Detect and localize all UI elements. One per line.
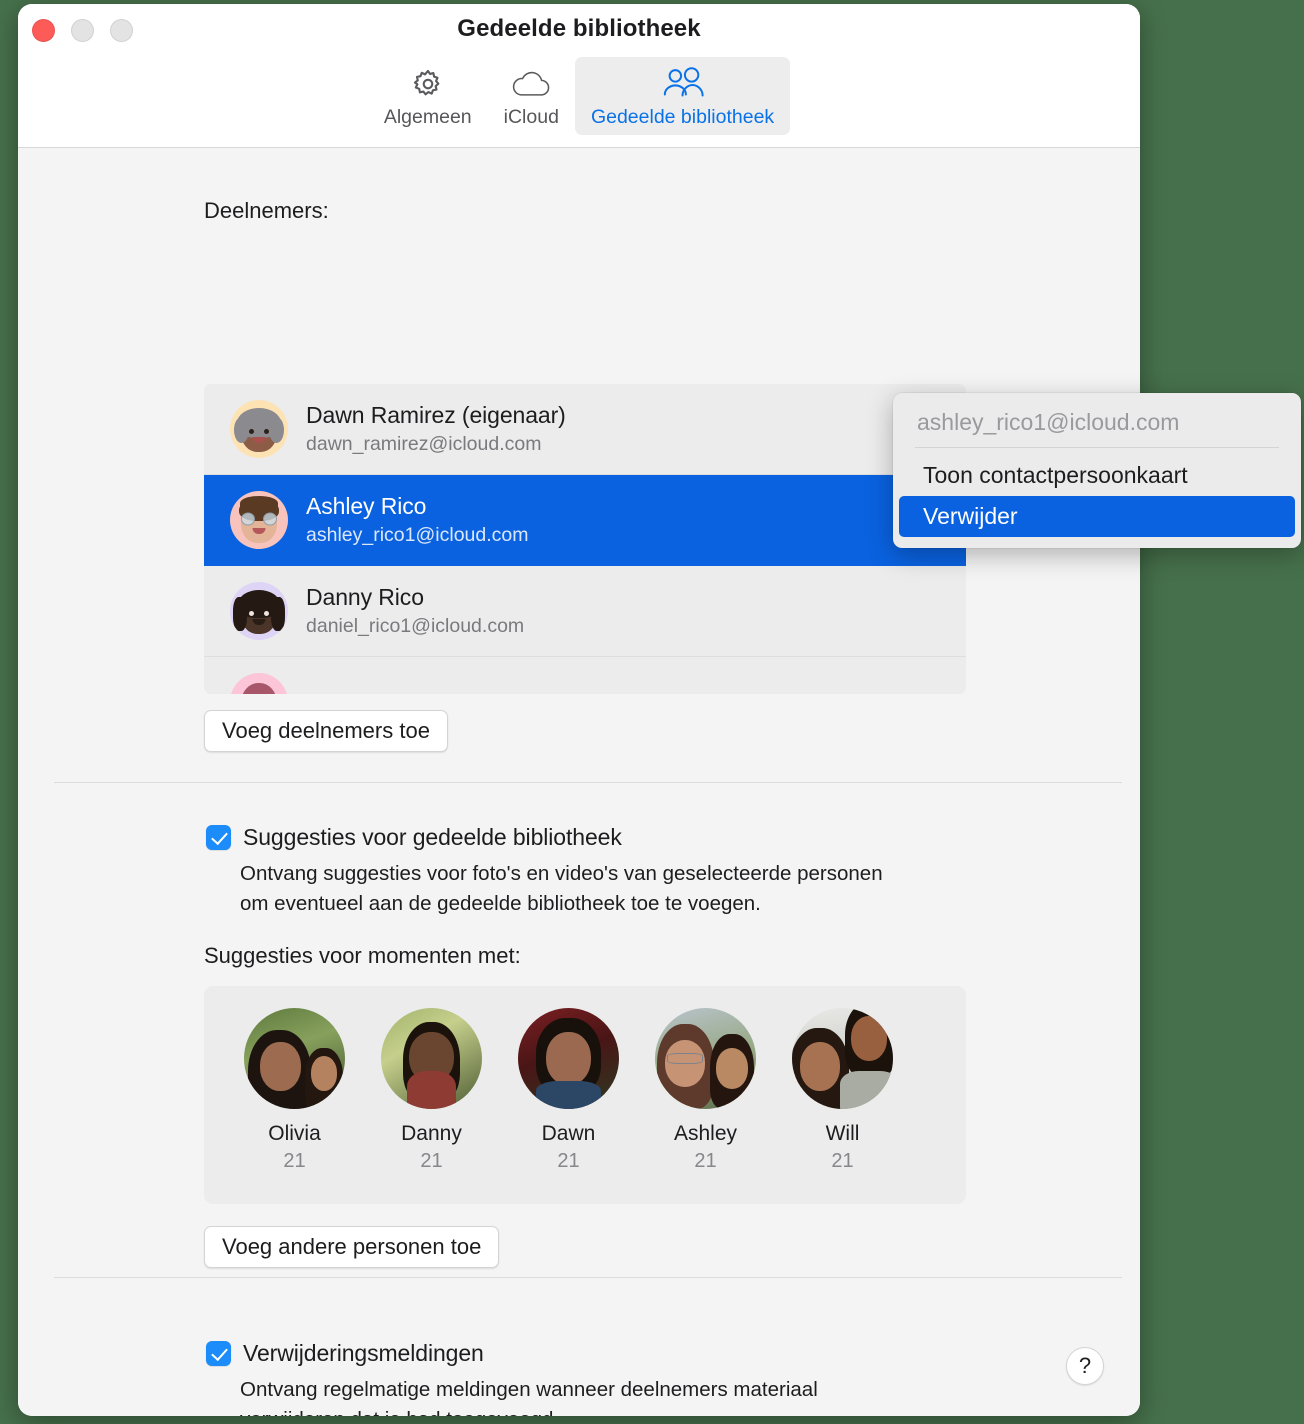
- moments-label: Suggesties voor momenten met:: [204, 943, 521, 968]
- avatar: [230, 673, 288, 694]
- divider: [54, 782, 1122, 783]
- person-photo: [381, 1008, 482, 1109]
- person-name: Will: [825, 1122, 860, 1145]
- tab-icloud[interactable]: iCloud: [488, 57, 575, 135]
- avatar: [230, 400, 288, 458]
- person-suggestion-will[interactable]: Will 21: [774, 1008, 911, 1173]
- window-titlebar: Gedeelde bibliotheek Algemeen iCloud Ged…: [18, 4, 1140, 148]
- participants-list[interactable]: Dawn Ramirez (eigenaar) dawn_ramirez@icl…: [204, 384, 966, 694]
- glasses-icon: [240, 512, 278, 526]
- deletion-checkbox[interactable]: [206, 1341, 231, 1366]
- help-button[interactable]: ?: [1066, 1347, 1104, 1385]
- deletion-checkbox-row[interactable]: Verwijderingsmeldingen: [206, 1340, 484, 1367]
- tab-label-gedeelde-bibliotheek: Gedeelde bibliotheek: [590, 106, 775, 128]
- participant-row-partial[interactable]: [204, 657, 966, 694]
- avatar: [230, 582, 288, 640]
- participant-info: Danny Rico daniel_rico1@icloud.com: [306, 583, 524, 639]
- person-count: 21: [557, 1150, 580, 1172]
- participant-row-ashley[interactable]: Ashley Rico ashley_rico1@icloud.com: [204, 475, 966, 566]
- person-photo: [792, 1008, 893, 1109]
- person-suggestion-danny[interactable]: Danny 21: [363, 1008, 500, 1173]
- settings-content: Deelnemers: Dawn Ramirez (eigenaar) dawn…: [18, 148, 1140, 1416]
- person-name: Olivia: [268, 1122, 321, 1145]
- context-menu-header: ashley_rico1@icloud.com: [917, 409, 1180, 435]
- participant-email: ashley_rico1@icloud.com: [306, 523, 529, 546]
- gear-icon: [411, 65, 445, 103]
- preferences-window: Gedeelde bibliotheek Algemeen iCloud Ged…: [18, 4, 1140, 1416]
- divider: [54, 1277, 1122, 1278]
- participant-email: dawn_ramirez@icloud.com: [306, 432, 542, 455]
- person-name: Dawn: [541, 1122, 596, 1145]
- participant-name: Danny Rico: [306, 583, 424, 610]
- context-menu-divider: [915, 447, 1279, 448]
- person-count: 21: [831, 1150, 854, 1172]
- suggestions-checkbox-row[interactable]: Suggesties voor gedeelde bibliotheek: [206, 824, 622, 851]
- participant-name: Dawn Ramirez (eigenaar): [306, 401, 566, 428]
- person-suggestion-ashley[interactable]: Ashley 21: [637, 1008, 774, 1173]
- tab-algemeen[interactable]: Algemeen: [368, 57, 488, 135]
- context-menu-item-remove[interactable]: Verwijder: [899, 496, 1295, 537]
- toolbar-tabs: Algemeen iCloud Gedeelde bibliotheek: [18, 57, 1140, 135]
- person-count: 21: [694, 1150, 717, 1172]
- person-photo: [655, 1008, 756, 1109]
- participant-context-menu: ashley_rico1@icloud.com Toon contactpers…: [893, 393, 1301, 548]
- suggestions-checkbox-label: Suggesties voor gedeelde bibliotheek: [243, 824, 622, 850]
- person-name: Ashley: [673, 1122, 738, 1145]
- person-suggestion-olivia[interactable]: Olivia 21: [226, 1008, 363, 1173]
- people-icon: [661, 65, 705, 103]
- moments-people-panel: Olivia 21 Danny 21 Dawn 21 Ashley 21 Wil…: [204, 986, 966, 1204]
- tab-label-icloud: iCloud: [503, 106, 559, 128]
- add-other-people-button[interactable]: Voeg andere personen toe: [204, 1226, 500, 1268]
- person-count: 21: [420, 1150, 443, 1172]
- deletion-description: Ontvang regelmatige meldingen wanneer de…: [240, 1375, 980, 1416]
- add-participants-button[interactable]: Voeg deelnemers toe: [204, 710, 448, 752]
- participant-row-dawn[interactable]: Dawn Ramirez (eigenaar) dawn_ramirez@icl…: [204, 384, 966, 475]
- participant-info: Ashley Rico ashley_rico1@icloud.com: [306, 492, 528, 548]
- context-menu-item-show-contact-card[interactable]: Toon contactpersoonkaart: [899, 455, 1295, 496]
- person-name: Danny: [401, 1122, 462, 1145]
- tab-label-algemeen: Algemeen: [383, 106, 472, 128]
- person-photo: [518, 1008, 619, 1109]
- person-count: 21: [283, 1150, 306, 1172]
- suggestions-description: Ontvang suggesties voor foto's en video'…: [240, 859, 980, 918]
- participant-info: Dawn Ramirez (eigenaar) dawn_ramirez@icl…: [306, 401, 566, 457]
- deletion-description-line2: verwijderen dat je had toegevoegd.: [240, 1405, 980, 1416]
- tab-gedeelde-bibliotheek[interactable]: Gedeelde bibliotheek: [574, 57, 791, 135]
- avatar: [230, 491, 288, 549]
- deletion-description-line1: Ontvang regelmatige meldingen wanneer de…: [240, 1378, 818, 1401]
- participant-email: daniel_rico1@icloud.com: [306, 614, 525, 637]
- person-suggestion-dawn[interactable]: Dawn 21: [500, 1008, 637, 1173]
- participant-row-danny[interactable]: Danny Rico daniel_rico1@icloud.com: [204, 566, 966, 657]
- participant-name: Ashley Rico: [306, 492, 427, 519]
- person-photo: [244, 1008, 345, 1109]
- cloud-icon: [511, 65, 551, 103]
- suggestions-checkbox[interactable]: [206, 825, 231, 850]
- window-title: Gedeelde bibliotheek: [457, 15, 701, 42]
- participants-label: Deelnemers:: [204, 198, 329, 223]
- suggestions-description-line2: om eventueel aan de gedeelde bibliotheek…: [240, 891, 761, 915]
- deletion-checkbox-label: Verwijderingsmeldingen: [243, 1340, 484, 1366]
- suggestions-description-line1: Ontvang suggesties voor foto's en video'…: [240, 862, 883, 885]
